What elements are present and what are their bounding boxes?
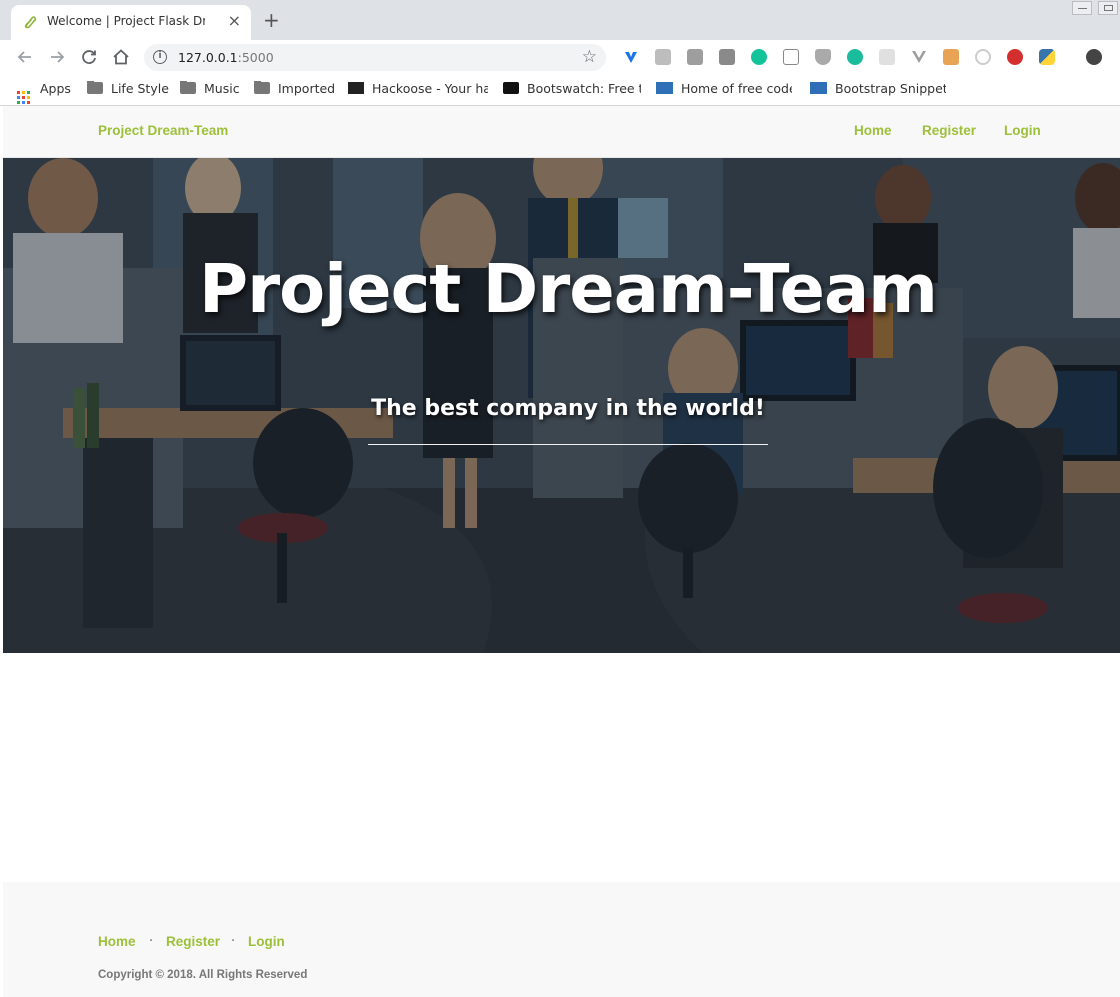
bookmark-life-style[interactable]: Life Style xyxy=(87,81,169,96)
hero-title: Project Dream-Team xyxy=(198,250,938,328)
bootstrap-icon xyxy=(810,82,827,94)
browser-tab[interactable]: Welcome | Project Flask Drear × xyxy=(11,5,251,40)
ext-grid-icon[interactable] xyxy=(879,49,895,65)
forward-button[interactable] xyxy=(46,46,68,68)
python-icon[interactable] xyxy=(1039,49,1055,65)
footer-register-link[interactable]: Register xyxy=(166,934,220,949)
bootswatch-icon xyxy=(503,82,519,94)
arrow-right-icon xyxy=(51,51,65,63)
shield-icon[interactable] xyxy=(815,49,831,65)
ext-gray-icon[interactable] xyxy=(655,49,671,65)
tab-title: Welcome | Project Flask Drear xyxy=(47,14,205,28)
mercury-icon[interactable] xyxy=(847,49,863,65)
ext-h-icon[interactable] xyxy=(687,49,703,65)
copyright-text: Copyright © 2018. All Rights Reserved xyxy=(98,969,308,981)
bookmark-imported[interactable]: Imported xyxy=(254,81,335,96)
home-button[interactable] xyxy=(110,46,132,68)
nav-register-link[interactable]: Register xyxy=(922,123,976,138)
reload-button[interactable] xyxy=(78,46,100,68)
hero-banner: Project Dream-Team The best company in t… xyxy=(3,158,1120,653)
adblock-plus-icon[interactable] xyxy=(1007,49,1023,65)
bookmarks-bar: Apps Life Style Music Imported Hackoose … xyxy=(0,74,1120,106)
back-button[interactable] xyxy=(14,46,36,68)
bookmark-bootswatch[interactable]: Bootswatch: Free t xyxy=(503,81,641,96)
bookmark-home-of-free-code[interactable]: Home of free code xyxy=(656,81,792,96)
reload-icon xyxy=(82,50,96,64)
footer-separator: · xyxy=(149,934,154,949)
paperclip-icon xyxy=(24,16,37,29)
new-tab-button[interactable]: + xyxy=(263,9,280,31)
address-bar[interactable]: i 127.0.0.1:5000 ☆ xyxy=(144,44,606,71)
site-navbar: Project Dream-Team Home Register Login xyxy=(3,106,1120,158)
navbar-brand[interactable]: Project Dream-Team xyxy=(98,123,228,138)
web-page: Project Dream-Team Home Register Login P… xyxy=(3,106,1120,997)
close-tab-icon[interactable]: × xyxy=(228,12,241,30)
vimium-icon[interactable] xyxy=(623,49,639,65)
bookmark-music[interactable]: Music xyxy=(180,81,240,96)
ext-s-icon[interactable] xyxy=(719,49,735,65)
hackoose-icon xyxy=(348,82,364,94)
profile-avatar-icon[interactable] xyxy=(1086,49,1102,65)
footer-home-link[interactable]: Home xyxy=(98,934,136,949)
bookmark-star-icon[interactable]: ☆ xyxy=(582,47,597,67)
hero-subtitle: The best company in the world! xyxy=(371,396,765,421)
bookmark-bootstrap-snippet[interactable]: Bootstrap Snippet xyxy=(810,81,946,96)
folder-icon xyxy=(254,81,270,94)
ext-circle-icon[interactable] xyxy=(975,49,991,65)
ext-box-icon[interactable] xyxy=(943,49,959,65)
home-icon xyxy=(113,49,129,65)
maximize-button[interactable] xyxy=(1098,1,1118,15)
nav-home-link[interactable]: Home xyxy=(854,123,892,138)
vue-devtools-icon[interactable] xyxy=(911,49,927,65)
bookmark-apps[interactable]: Apps xyxy=(17,81,71,104)
site-footer: Home · Register · Login Copyright © 2018… xyxy=(3,882,1120,997)
browser-chrome: Welcome | Project Flask Drear × + i 127.… xyxy=(0,0,1120,106)
footer-login-link[interactable]: Login xyxy=(248,934,285,949)
browser-toolbar: i 127.0.0.1:5000 ☆ xyxy=(0,40,1120,74)
tab-strip: Welcome | Project Flask Drear × + xyxy=(0,0,1120,40)
footer-separator: · xyxy=(231,934,236,949)
bookmark-hackoose[interactable]: Hackoose - Your ha xyxy=(348,81,488,96)
bootstrap-icon xyxy=(656,82,673,94)
folder-icon xyxy=(180,81,196,94)
apps-grid-icon xyxy=(17,91,30,104)
folder-icon xyxy=(87,81,103,94)
info-icon[interactable]: i xyxy=(153,50,167,64)
hero-divider xyxy=(368,444,768,445)
url-text: 127.0.0.1:5000 xyxy=(178,50,274,65)
grammarly-icon[interactable] xyxy=(751,49,767,65)
arrow-left-icon xyxy=(17,51,31,63)
nav-login-link[interactable]: Login xyxy=(1004,123,1041,138)
ext-t-icon[interactable] xyxy=(783,49,799,65)
minimize-button[interactable] xyxy=(1072,1,1092,15)
